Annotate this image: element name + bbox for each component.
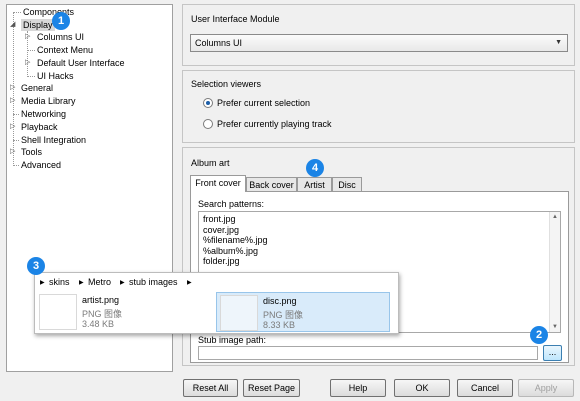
expand-icon[interactable]: ▷ [10, 95, 15, 107]
file-explorer-popup: ▶ skins ▶ Metro ▶ stub images ▶ artist.p… [34, 272, 399, 334]
tree-item-label: Media Library [21, 96, 76, 106]
expand-icon[interactable]: ▷ [10, 146, 15, 158]
tree-item-label: Default User Interface [37, 58, 125, 68]
reset-page-button[interactable]: Reset Page [243, 379, 300, 397]
breadcrumb-item[interactable]: skins [49, 277, 70, 287]
expand-icon[interactable]: ▷ [25, 31, 30, 43]
file-item-artist[interactable]: artist.png PNG 图像 3.48 KB [36, 292, 212, 332]
pattern-line: %album%.jpg [203, 245, 259, 256]
pattern-line: front.jpg [203, 214, 236, 224]
tab-front-cover[interactable]: Front cover [190, 175, 246, 192]
scrollbar[interactable]: ▲ ▼ [549, 212, 560, 332]
file-size: 3.48 KB [82, 319, 115, 329]
scroll-up-icon[interactable]: ▲ [552, 214, 558, 220]
tab-artist[interactable]: Artist [297, 177, 332, 192]
ok-button[interactable]: OK [394, 379, 450, 397]
dropdown-value: Columns UI [195, 38, 243, 48]
browse-button[interactable]: ... [543, 345, 562, 361]
group-title: User Interface Module [191, 14, 280, 24]
pattern-line: folder.jpg [203, 256, 240, 266]
step-badge: 4 [306, 159, 324, 177]
ui-module-dropdown[interactable]: Columns UI ▼ [190, 34, 568, 52]
tree-item-label: General [21, 83, 54, 93]
chevron-right-icon: ▶ [120, 280, 125, 286]
expand-icon[interactable]: ▷ [25, 57, 30, 69]
chevron-right-icon: ▶ [187, 280, 192, 286]
search-patterns-label: Search patterns: [198, 199, 265, 209]
chevron-down-icon: ▼ [555, 39, 562, 46]
step-badge: 1 [52, 12, 70, 30]
apply-button[interactable]: Apply [518, 379, 574, 397]
tree-item-label: Networking [21, 109, 67, 119]
chevron-right-icon: ▶ [40, 280, 45, 286]
radio-label: Prefer currently playing track [217, 119, 332, 129]
chevron-right-icon: ▶ [79, 280, 84, 286]
tree-item-label: Advanced [21, 160, 62, 170]
tab-disc[interactable]: Disc [332, 177, 362, 192]
tree-item-label: Columns UI [37, 32, 85, 42]
selection-viewers-group: Selection viewers Prefer current selecti… [182, 70, 575, 143]
tree-item-label: Playback [21, 122, 58, 132]
patterns-list: front.jpg cover.jpg %filename%.jpg %albu… [203, 214, 268, 267]
file-thumbnail [39, 294, 77, 330]
breadcrumb-item[interactable]: Metro [88, 277, 111, 287]
ui-module-group: User Interface Module Columns UI ▼ [182, 4, 575, 66]
tab-back-cover[interactable]: Back cover [246, 177, 297, 192]
cancel-button[interactable]: Cancel [457, 379, 513, 397]
expand-icon[interactable]: ▷ [10, 121, 15, 133]
step-badge: 2 [530, 326, 548, 344]
file-item-disc[interactable]: disc.png PNG 图像 8.33 KB [216, 292, 390, 332]
file-size: 8.33 KB [263, 320, 296, 330]
radio-button-checked[interactable] [203, 98, 213, 108]
tree-item-label: Shell Integration [21, 135, 87, 145]
help-button[interactable]: Help [330, 379, 386, 397]
step-badge: 3 [27, 257, 45, 275]
pattern-line: %filename%.jpg [203, 235, 268, 245]
reset-all-button[interactable]: Reset All [183, 379, 238, 397]
expand-icon[interactable]: ▷ [10, 82, 15, 94]
tree-item-label: Display [21, 19, 55, 31]
stub-image-path-label: Stub image path: [198, 335, 267, 345]
collapse-icon[interactable]: ◢ [10, 19, 15, 31]
tree-item-label: Context Menu [37, 45, 94, 55]
group-title: Selection viewers [191, 79, 262, 89]
pattern-line: cover.jpg [203, 224, 240, 235]
group-title: Album art [191, 158, 230, 168]
breadcrumb-item[interactable]: stub images [129, 277, 178, 287]
scroll-down-icon[interactable]: ▼ [552, 324, 558, 330]
radio-label: Prefer current selection [217, 98, 311, 108]
file-name: artist.png [82, 295, 120, 305]
file-name: disc.png [263, 296, 297, 306]
tree-item-label: UI Hacks [37, 71, 74, 81]
stub-image-path-input[interactable] [198, 346, 538, 360]
tree-item-label: Tools [21, 147, 43, 157]
radio-button[interactable] [203, 119, 213, 129]
file-thumbnail [220, 295, 258, 331]
